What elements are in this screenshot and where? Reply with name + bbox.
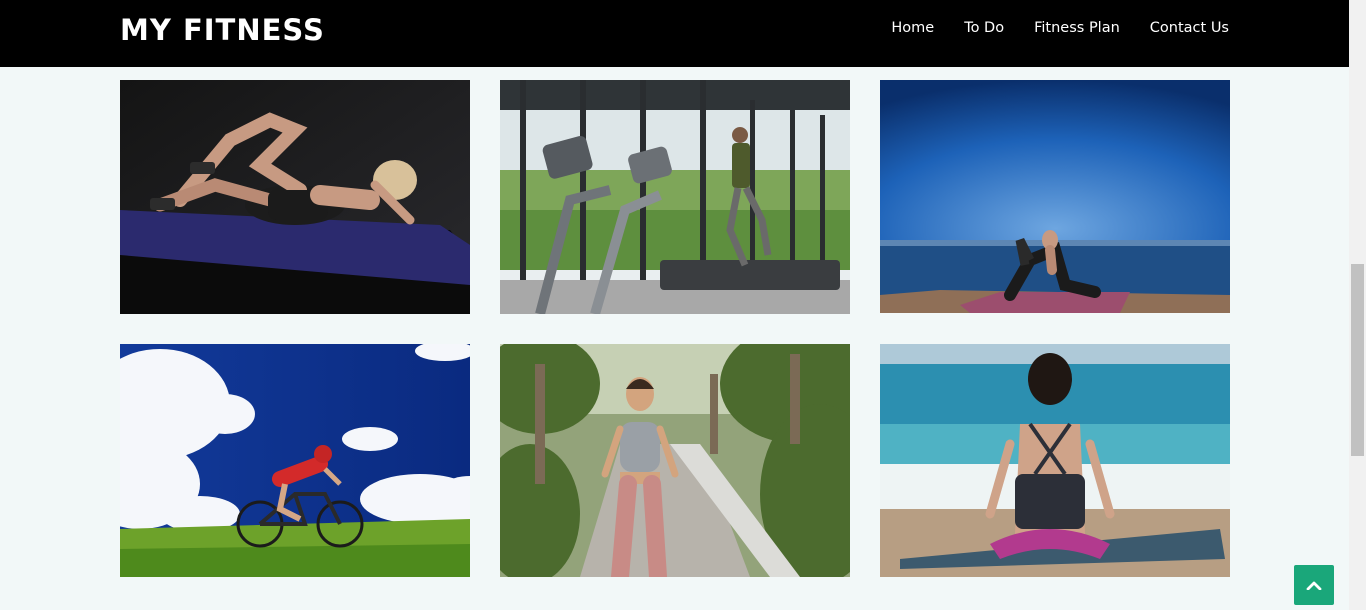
page-scrollbar[interactable] xyxy=(1349,0,1366,610)
gallery-image-yoga-sea[interactable] xyxy=(880,80,1230,313)
gallery-image-treadmill[interactable] xyxy=(500,80,850,314)
chevron-up-icon xyxy=(1306,581,1322,590)
gallery-image-beach-meditation[interactable] xyxy=(880,344,1230,577)
nav-contact-us[interactable]: Contact Us xyxy=(1150,20,1229,36)
back-to-top-button[interactable] xyxy=(1294,565,1334,605)
gallery-image-crunches[interactable] xyxy=(120,80,470,314)
scrollbar-thumb[interactable] xyxy=(1351,264,1364,456)
navbar: MY FITNESS Home To Do Fitness Plan Conta… xyxy=(0,0,1349,67)
nav-fitness-plan[interactable]: Fitness Plan xyxy=(1034,20,1120,36)
nav-home[interactable]: Home xyxy=(891,20,934,36)
brand-logo[interactable]: MY FITNESS xyxy=(120,13,325,47)
main-nav: Home To Do Fitness Plan Contact Us xyxy=(891,20,1229,36)
page: MY FITNESS Home To Do Fitness Plan Conta… xyxy=(0,0,1349,610)
nav-to-do[interactable]: To Do xyxy=(964,20,1004,36)
gallery-image-jogging[interactable] xyxy=(500,344,850,577)
gallery-image-cyclist[interactable] xyxy=(120,344,470,577)
